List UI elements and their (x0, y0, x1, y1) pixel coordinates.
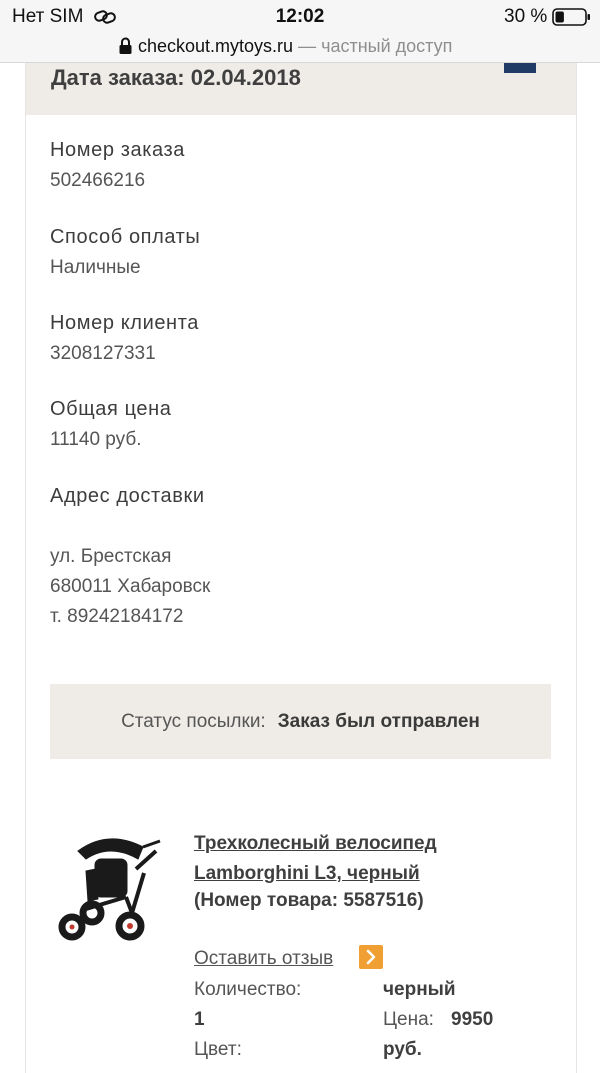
url-domain: checkout.mytoys.ru (138, 36, 294, 56)
total-price-value: 11140 руб. (50, 429, 142, 450)
url-text[interactable]: checkout.mytoys.ru — частный доступ (138, 36, 452, 57)
address-city: 680011 Хабаровск (50, 576, 211, 597)
order-card: Дата заказа: 02.04.2018 Номер заказа 502… (25, 63, 577, 1073)
price-value: 9950 (451, 1009, 494, 1030)
status-bar: Нет SIM 12:02 30 % (0, 0, 600, 34)
order-header[interactable]: Дата заказа: 02.04.2018 (26, 63, 576, 115)
order-date-heading: Дата заказа: 02.04.2018 (51, 65, 301, 90)
tricycle-illustration (58, 838, 161, 941)
collapse-toggle-icon[interactable] (504, 63, 536, 73)
address-phone: т. 89242184172 (50, 606, 184, 627)
customer-number-label: Номер клиента (50, 312, 199, 334)
quantity-value: 1 (194, 1009, 205, 1030)
order-number-label: Номер заказа (50, 139, 185, 161)
shipment-status-label: Статус посылки: (121, 710, 266, 732)
shipment-status-box: Статус посылки: Заказ был отправлен (50, 684, 551, 759)
address-street: ул. Брестская (50, 546, 172, 567)
quantity-label: Количество: (194, 979, 302, 1000)
lock-icon (119, 37, 132, 60)
delivery-address-label: Адрес доставки (50, 485, 205, 507)
battery-icon (552, 8, 592, 31)
address-bar[interactable]: checkout.mytoys.ru — частный доступ (0, 34, 600, 63)
shipment-status-value: Заказ был отправлен (277, 710, 480, 732)
payment-method-label: Способ оплаты (50, 226, 201, 248)
color-value: черный (383, 979, 456, 1000)
chevron-right-icon[interactable] (359, 945, 383, 969)
battery-percent: 30 % (504, 6, 548, 27)
order-number-value: 502466216 (50, 170, 146, 191)
payment-method-value: Наличные (50, 257, 141, 278)
total-price-label: Общая цена (50, 398, 172, 420)
private-mode-note: — частный доступ (298, 36, 453, 56)
price-currency: руб. (383, 1039, 422, 1060)
leave-review-link[interactable]: Оставить отзыв (194, 948, 333, 970)
customer-number-value: 3208127331 (50, 343, 156, 364)
product-image[interactable] (48, 829, 170, 947)
product-title-link-line2[interactable]: Lamborghini L3, черный (194, 863, 420, 885)
price-label: Цена: (383, 1009, 434, 1030)
color-label: Цвет: (194, 1039, 242, 1060)
product-sku: (Номер товара: 5587516) (194, 890, 424, 911)
product-title-link-line1[interactable]: Трехколесный велосипед (194, 833, 437, 855)
